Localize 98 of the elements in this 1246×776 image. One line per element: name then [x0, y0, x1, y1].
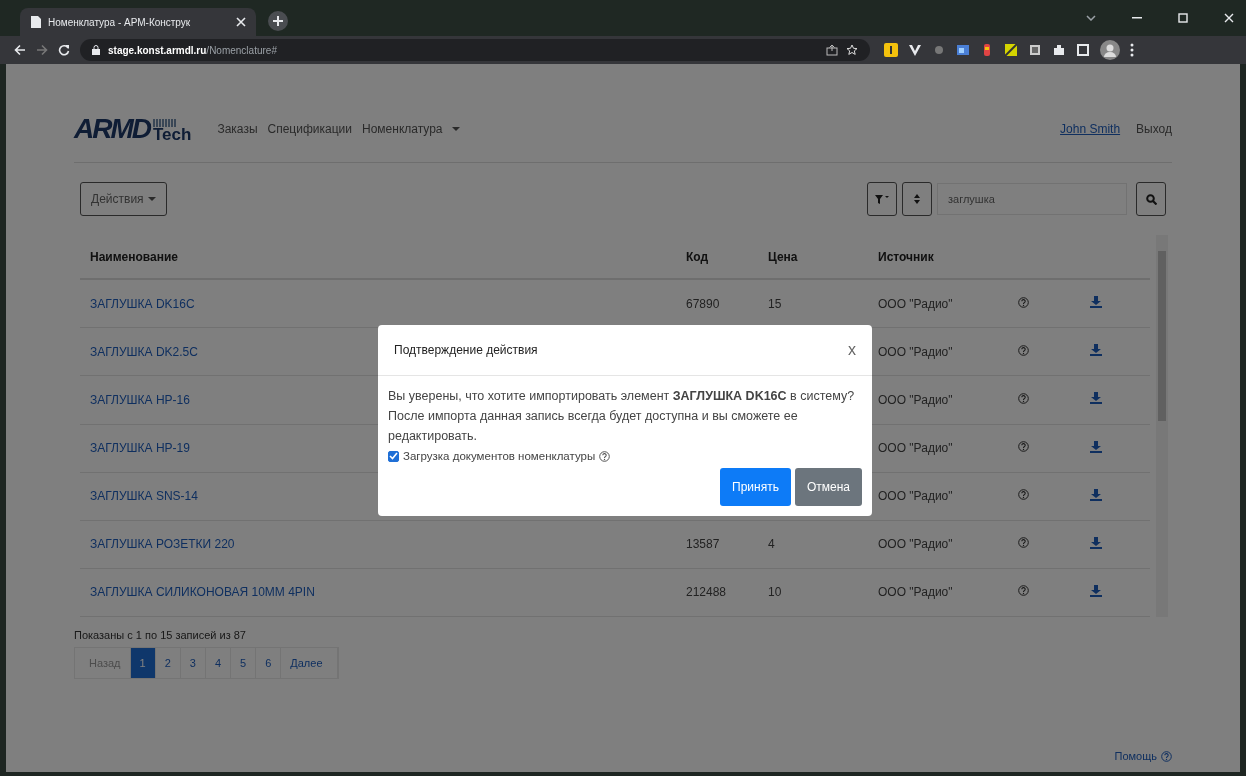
close-button[interactable]: x	[844, 341, 860, 359]
back-arrow-icon[interactable]	[14, 44, 26, 56]
download-icon[interactable]	[1090, 584, 1102, 597]
help-icon[interactable]	[1018, 296, 1029, 308]
records-summary: Показаны с 1 по 15 записей из 87	[74, 629, 247, 641]
help-icon[interactable]	[1018, 489, 1029, 501]
item-link[interactable]: ЗАГЛУШКА HP-19	[90, 441, 190, 456]
nav-link[interactable]: Заказы	[217, 122, 258, 136]
column-header[interactable]: Наименование	[80, 249, 676, 264]
search-icon	[1145, 193, 1157, 205]
table-cell: 4	[768, 537, 775, 552]
close-icon[interactable]	[1224, 13, 1234, 23]
table-cell: 67890	[686, 296, 720, 311]
column-header[interactable]: Источник	[868, 249, 1008, 264]
item-link[interactable]: ЗАГЛУШКА РОЗЕТКИ 220	[90, 537, 235, 552]
filter-icon	[875, 194, 889, 204]
table-cell: ООО "Радио"	[878, 441, 953, 456]
accept-button[interactable]: Принять	[720, 468, 791, 506]
help-icon[interactable]	[1018, 537, 1029, 549]
actions-button[interactable]: Действия	[80, 182, 167, 216]
help-icon[interactable]	[1018, 585, 1029, 597]
table-cell: 10	[768, 585, 782, 600]
star-icon[interactable]	[846, 44, 858, 56]
item-link[interactable]: ЗАГЛУШКА HP-16	[90, 392, 190, 407]
table-cell: ООО "Радио"	[878, 489, 953, 504]
extension-icon[interactable]	[884, 43, 898, 57]
page-icon	[30, 15, 42, 29]
download-icon[interactable]	[1090, 344, 1102, 357]
download-icon[interactable]	[1090, 536, 1102, 549]
table-cell: 15	[768, 296, 782, 311]
checkbox-label: Загрузка документов номенклатуры	[403, 450, 596, 462]
help-icon[interactable]	[1018, 392, 1029, 404]
item-link[interactable]: ЗАГЛУШКА СИЛИКОНОВАЯ 10ММ 4PIN	[90, 585, 315, 600]
more-icon[interactable]	[1130, 43, 1134, 57]
forward-arrow-icon[interactable]	[36, 44, 48, 56]
column-header[interactable]: Код	[676, 249, 758, 264]
sidebar-icon[interactable]	[1076, 43, 1090, 57]
nav-link[interactable]: Спецификации	[267, 122, 352, 136]
help-icon[interactable]	[1018, 441, 1029, 453]
item-link[interactable]: ЗАГЛУШКА DK2.5C	[90, 344, 198, 359]
close-icon[interactable]	[236, 17, 246, 27]
download-icon[interactable]	[1090, 392, 1102, 405]
table-cell: ООО "Радио"	[878, 585, 953, 600]
table-cell: ООО "Радио"	[878, 296, 953, 311]
filter-button[interactable]	[867, 182, 897, 216]
table-cell: ООО "Радио"	[878, 537, 953, 552]
user-link[interactable]: John Smith	[1060, 122, 1121, 136]
extension-icon[interactable]	[1028, 43, 1042, 57]
page-link[interactable]: 6	[256, 648, 282, 678]
help-icon[interactable]	[599, 450, 611, 462]
address-text: stage.konst.armdl.ru/Nomenclature#	[108, 44, 277, 56]
page-link[interactable]: 5	[231, 648, 257, 678]
minimize-icon[interactable]	[1132, 17, 1142, 19]
page-link[interactable]: 4	[205, 648, 232, 678]
logo-bars-icon	[153, 119, 177, 127]
extension-icon[interactable]	[1004, 43, 1018, 57]
cancel-button[interactable]: Отмена	[794, 468, 862, 506]
chevron-down-icon[interactable]	[1086, 15, 1096, 21]
address-bar[interactable]: stage.konst.armdl.ru/Nomenclature#	[80, 39, 870, 61]
help-icon[interactable]	[1018, 344, 1029, 356]
item-link[interactable]: ЗАГЛУШКА SNS-14	[90, 489, 198, 504]
logo[interactable]: ARMDTech	[74, 115, 192, 143]
column-header[interactable]: Цена	[758, 249, 868, 264]
item-link[interactable]: ЗАГЛУШКА DK16C	[90, 296, 195, 311]
extension-icon[interactable]	[908, 43, 922, 57]
scrollbar[interactable]	[1156, 235, 1168, 617]
logout-link[interactable]: Выход	[1136, 122, 1172, 136]
tab-title: Номенклатура - АРМ-Конструк	[48, 16, 192, 28]
table-cell: 13587	[686, 537, 720, 552]
download-icon[interactable]	[1090, 488, 1102, 501]
help-icon	[1161, 750, 1172, 762]
maximize-icon[interactable]	[1178, 13, 1188, 23]
dialog-title: Подтверждение действия	[394, 343, 538, 357]
next-link[interactable]: Далее	[281, 648, 338, 678]
table-cell: ООО "Радио"	[878, 344, 953, 359]
nav-link[interactable]: Номенклатура	[362, 122, 460, 136]
help-link[interactable]: Помощь	[1114, 750, 1172, 762]
checkbox[interactable]	[388, 450, 399, 462]
check-icon	[389, 452, 398, 460]
reload-icon[interactable]	[58, 44, 70, 56]
page-link[interactable]: 2	[155, 648, 181, 678]
page-link[interactable]: 1	[130, 648, 156, 678]
extension-icon[interactable]	[956, 43, 970, 57]
search-button[interactable]	[1136, 182, 1166, 216]
search-field[interactable]: заглушка	[937, 183, 1127, 215]
avatar-icon[interactable]	[1100, 40, 1120, 60]
download-icon[interactable]	[1090, 296, 1102, 309]
sort-button[interactable]	[902, 182, 932, 216]
new-tab-icon[interactable]	[268, 11, 288, 31]
share-icon[interactable]	[826, 44, 838, 56]
dialog-message: Вы уверены, что хотите импортировать элемент ЗАГЛУШКА DK16C в систему? После импорта данная запись всегда будет доступна и вы сможете ее редактировать.	[388, 388, 856, 445]
table-cell: ООО "Радио"	[878, 392, 953, 407]
download-icon[interactable]	[1090, 440, 1102, 453]
browser-tab[interactable]: Номенклатура - АРМ-Конструк	[20, 8, 256, 36]
sort-icon	[914, 194, 920, 204]
lock-icon	[92, 45, 100, 55]
page-link[interactable]: 3	[180, 648, 206, 678]
table-cell: 212488	[686, 585, 727, 600]
